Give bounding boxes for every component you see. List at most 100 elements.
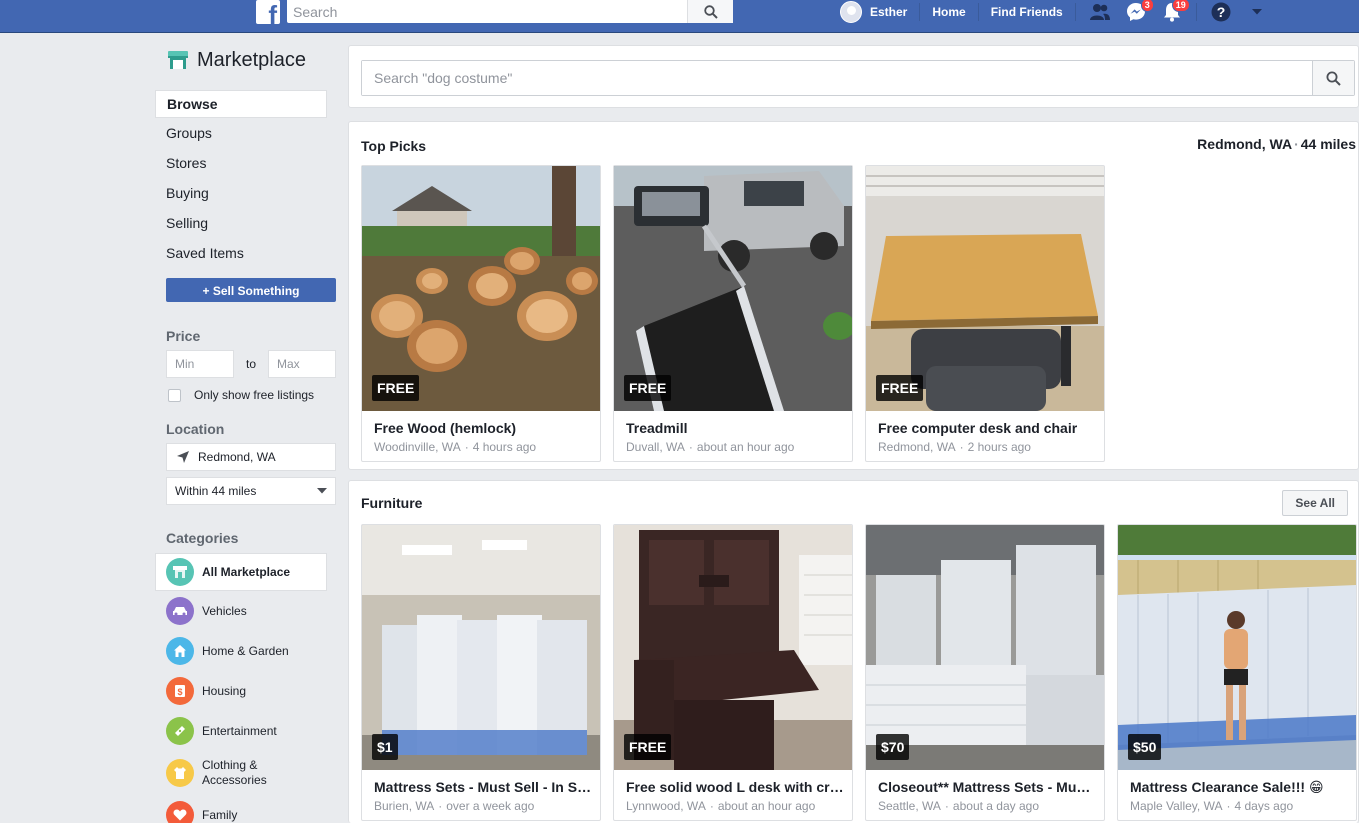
- listing-card[interactable]: $70 Closeout** Mattress Sets - Must ... …: [865, 524, 1105, 821]
- furniture-section: Furniture See All $1 Mattress Sets - Mus…: [348, 480, 1359, 823]
- storefront-icon: [166, 558, 194, 586]
- sidebar-item-groups[interactable]: Groups: [155, 118, 337, 148]
- listing-card[interactable]: FREE Free computer desk and chair Redmon…: [865, 165, 1105, 462]
- listing-meta: Seattle, WA · about a day ago: [878, 799, 1039, 813]
- profile-link[interactable]: Esther: [870, 5, 919, 19]
- house-icon: [166, 637, 194, 665]
- listing-time: 4 days ago: [1234, 799, 1294, 813]
- messages-button[interactable]: 3: [1124, 0, 1154, 24]
- category-label: All Marketplace: [202, 565, 291, 579]
- category-family[interactable]: Family: [155, 795, 337, 823]
- listing-location: Lynnwood, WA: [626, 799, 706, 813]
- category-label: Family: [202, 808, 238, 822]
- sell-something-button[interactable]: + Sell Something: [166, 278, 336, 302]
- section-title: Furniture: [361, 495, 423, 511]
- sidebar-item-saved-items[interactable]: Saved Items: [155, 238, 337, 268]
- listing-card[interactable]: $50 Mattress Clearance Sale!!! 😁 Maple V…: [1117, 524, 1357, 821]
- price-filter: to: [166, 350, 337, 378]
- top-search-box: [287, 0, 733, 23]
- max-price-input[interactable]: [268, 350, 336, 378]
- category-all-marketplace[interactable]: All Marketplace: [155, 553, 327, 591]
- sidebar-nav: Browse Groups Stores Buying Selling Save…: [155, 90, 337, 268]
- heart-icon: [166, 801, 194, 823]
- marketplace-search-button[interactable]: [1312, 61, 1354, 95]
- price-to-label: to: [245, 357, 256, 371]
- marketplace-sidebar: Marketplace Browse Groups Stores Buying …: [155, 45, 337, 823]
- notifications-button[interactable]: 19: [1160, 0, 1190, 24]
- location-arrow-icon: [177, 451, 189, 463]
- avatar[interactable]: [840, 1, 862, 23]
- facebook-logo-icon[interactable]: f: [256, 0, 280, 24]
- free-listings-checkbox[interactable]: [168, 388, 181, 402]
- listing-title: Free Wood (hemlock): [374, 420, 517, 436]
- category-clothing-accessories[interactable]: Clothing & Accessories: [155, 751, 337, 795]
- housing-icon: $: [166, 677, 194, 705]
- nav-divider: [1074, 3, 1076, 21]
- notifications-badge: 19: [1171, 0, 1190, 12]
- svg-text:$: $: [177, 687, 182, 697]
- nav-divider: [1195, 3, 1197, 21]
- sidebar-item-browse[interactable]: Browse: [155, 90, 327, 118]
- price-badge: $50: [1128, 734, 1162, 760]
- listing-meta: Maple Valley, WA · 4 days ago: [1130, 799, 1294, 813]
- see-all-button[interactable]: See All: [1282, 490, 1348, 516]
- marketplace-title[interactable]: Marketplace: [155, 45, 337, 75]
- price-badge: $70: [876, 734, 910, 760]
- top-picks-distance: 44 miles: [1300, 136, 1356, 152]
- category-label: Entertainment: [202, 724, 277, 738]
- min-price-input[interactable]: [166, 350, 234, 378]
- free-listings-label: Only show free listings: [194, 388, 315, 402]
- listing-photo: [362, 525, 600, 770]
- storefront-icon: [168, 51, 188, 69]
- listing-card[interactable]: $1 Mattress Sets - Must Sell - In Sto...…: [361, 524, 601, 821]
- listing-time: over a week ago: [446, 799, 535, 813]
- category-housing[interactable]: $ Housing: [155, 671, 337, 711]
- listing-time: 2 hours ago: [967, 440, 1031, 454]
- radius-select[interactable]: Within 44 miles: [166, 477, 336, 505]
- marketplace-search-input[interactable]: [362, 61, 1312, 95]
- category-label: Clothing & Accessories: [202, 758, 267, 787]
- category-entertainment[interactable]: Entertainment: [155, 711, 337, 751]
- listing-location: Duvall, WA: [626, 440, 685, 454]
- listing-meta: Burien, WA · over a week ago: [374, 799, 535, 813]
- ticket-icon: [166, 717, 194, 745]
- price-badge: FREE: [624, 375, 672, 401]
- top-search-button[interactable]: [687, 0, 733, 23]
- caret-down-icon: [1251, 9, 1262, 15]
- listing-location: Maple Valley, WA: [1130, 799, 1223, 813]
- top-search-input[interactable]: [287, 0, 687, 23]
- category-label: Vehicles: [202, 604, 247, 618]
- friend-requests-button[interactable]: [1088, 0, 1112, 24]
- sidebar-item-selling[interactable]: Selling: [155, 208, 337, 238]
- free-listings-filter[interactable]: Only show free listings: [168, 388, 337, 402]
- top-picks-location[interactable]: Redmond, WA · 44 miles: [1197, 136, 1356, 152]
- sidebar-item-buying[interactable]: Buying: [155, 178, 337, 208]
- chevron-down-icon: [317, 488, 327, 494]
- location-heading: Location: [166, 421, 225, 437]
- sidebar-item-stores[interactable]: Stores: [155, 148, 337, 178]
- marketplace-title-text: Marketplace: [197, 48, 306, 71]
- listing-time: about a day ago: [952, 799, 1039, 813]
- listing-title: Mattress Clearance Sale!!! 😁: [1130, 779, 1324, 795]
- help-button[interactable]: ?: [1209, 0, 1233, 24]
- help-icon: ?: [1211, 2, 1231, 22]
- svg-text:?: ?: [1216, 4, 1225, 20]
- listing-location: Burien, WA: [374, 799, 435, 813]
- find-friends-link[interactable]: Find Friends: [991, 5, 1075, 19]
- price-badge: FREE: [876, 375, 924, 401]
- top-picks-location-name: Redmond, WA: [1197, 136, 1293, 152]
- category-vehicles[interactable]: Vehicles: [155, 591, 337, 631]
- category-label: Home & Garden: [202, 644, 289, 658]
- category-home-garden[interactable]: Home & Garden: [155, 631, 337, 671]
- listing-title: Closeout** Mattress Sets - Must ...: [878, 779, 1096, 795]
- listing-title: Treadmill: [626, 420, 688, 436]
- listing-card[interactable]: FREE Free Wood (hemlock) Woodinville, WA…: [361, 165, 601, 462]
- friends-icon: [1089, 4, 1110, 20]
- listing-location: Seattle, WA: [878, 799, 941, 813]
- listing-card[interactable]: FREE Free solid wood L desk with cre... …: [613, 524, 853, 821]
- listing-card[interactable]: FREE Treadmill Duvall, WA · about an hour …: [613, 165, 853, 462]
- listing-meta: Redmond, WA · 2 hours ago: [878, 440, 1031, 454]
- home-link[interactable]: Home: [932, 5, 977, 19]
- location-input[interactable]: Redmond, WA: [166, 443, 336, 471]
- account-menu-button[interactable]: [1245, 0, 1269, 24]
